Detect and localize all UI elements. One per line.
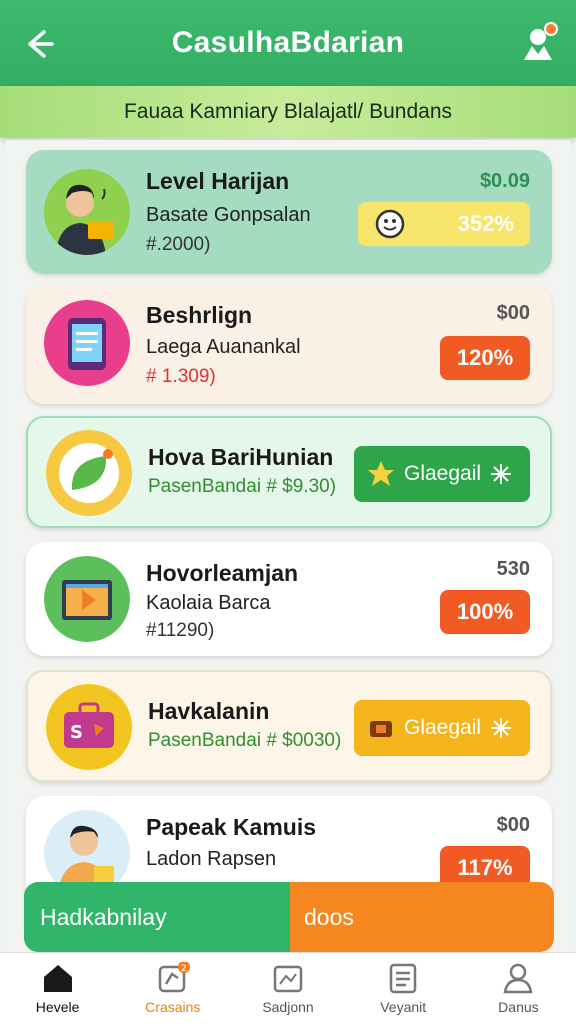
- box-icon: [370, 721, 392, 737]
- item-title: Hova BariHunian: [148, 444, 334, 470]
- item-action-button[interactable]: 120%: [440, 336, 530, 380]
- star-icon: [368, 461, 394, 486]
- video-player-icon: [62, 580, 112, 620]
- item-amount: #.2000): [146, 234, 211, 255]
- avatar: S: [46, 684, 132, 770]
- list-item[interactable]: Hovorleamjan Kaolaia Barca #11290) 530 1…: [26, 542, 552, 656]
- tab-label: Crasains: [145, 999, 201, 1015]
- user-icon: [503, 963, 533, 994]
- tab-badge: 2: [181, 964, 187, 974]
- tab-icon-wrap: 2: [156, 961, 190, 994]
- secondary-footer-button[interactable]: doos: [290, 882, 554, 952]
- page-title: CasulhaBdarian: [171, 26, 405, 59]
- item-subtitle: PasenBandai # $9.30): [148, 476, 337, 497]
- item-title: Hovorleamjan: [146, 560, 299, 586]
- sparkle-icon: [491, 718, 512, 738]
- item-subtitle: PasenBandai # $0030): [148, 730, 342, 751]
- tab-sadjonn[interactable]: Sadjonn: [230, 953, 345, 1024]
- profile-button[interactable]: [518, 22, 558, 64]
- tab-label: Hevele: [35, 999, 80, 1015]
- app-header: CasulhaBdarian: [0, 0, 576, 86]
- tab-crasains[interactable]: 2 Crasains: [115, 953, 230, 1024]
- item-price: $00: [496, 814, 530, 836]
- document-icon: [389, 963, 417, 994]
- item-action-button[interactable]: 352%: [358, 202, 530, 246]
- avatar: [44, 556, 130, 642]
- banner: Fauaa Kamniary Blalajatl/ Bundans: [0, 86, 576, 138]
- tab-veyanit[interactable]: Veyanit: [346, 953, 461, 1024]
- tablet-icon: [68, 318, 106, 370]
- avatar: [44, 300, 130, 386]
- item-action-label: Glaegail: [404, 716, 482, 739]
- briefcase-icon: S: [64, 702, 114, 748]
- item-title: Beshrlign: [146, 302, 253, 328]
- item-subtitle: Laega Auanankal: [146, 336, 301, 358]
- list-item[interactable]: Hova BariHunian PasenBandai # $9.30) Gla…: [26, 416, 552, 528]
- svg-text:S: S: [70, 722, 83, 743]
- back-button[interactable]: [18, 24, 58, 64]
- list-item[interactable]: Beshrlign Laega Auanankal # 1.309) $00 1…: [26, 286, 552, 404]
- item-amount: # 1.309): [146, 366, 216, 387]
- compass-icon: 2: [158, 961, 190, 993]
- person-laptop-icon: [56, 184, 114, 255]
- item-amount: #11290): [146, 620, 215, 641]
- home-icon: [43, 965, 72, 992]
- tab-label: Sadjonn: [262, 999, 314, 1015]
- sparkle-icon: [491, 464, 512, 484]
- banner-text: Fauaa Kamniary Blalajatl/ Bundans: [123, 100, 453, 123]
- item-price: $0.09: [479, 170, 530, 192]
- list-item[interactable]: Level Harijan Basate Gonpsalan #.2000) $…: [26, 150, 552, 274]
- bottom-tab-bar: Hevele 2 Crasains Sadjonn Veyanit Danus: [0, 952, 576, 1024]
- item-title: Havkalanin: [148, 698, 270, 724]
- list-item[interactable]: S Havkalanin PasenBandai # $0030) Glaega…: [26, 670, 552, 782]
- item-price: 530: [496, 558, 530, 580]
- item-title: Papeak Kamuis: [146, 814, 317, 840]
- tab-home[interactable]: Hevele: [0, 953, 115, 1024]
- item-subtitle: Basate Gonpsalan: [146, 204, 311, 226]
- item-title: Level Harijan: [146, 168, 290, 194]
- notification-dot: [544, 22, 558, 36]
- avatar: [46, 430, 132, 516]
- smile-icon: [375, 209, 405, 239]
- item-subtitle: Kaolaia Barca: [146, 592, 271, 614]
- arrow-left-icon: [28, 30, 54, 58]
- item-action-button[interactable]: 100%: [440, 590, 530, 634]
- id-card-icon: [273, 965, 303, 993]
- item-action-button[interactable]: Glaegail: [354, 446, 530, 502]
- tab-label: Danus: [498, 999, 539, 1015]
- item-price: $00: [496, 302, 530, 324]
- item-action-label: 352%: [457, 211, 514, 236]
- item-action-label: Glaegail: [404, 462, 482, 485]
- tab-label: Veyanit: [380, 999, 427, 1015]
- item-subtitle: Ladon Rapsen: [146, 848, 277, 870]
- leaf-icon: [59, 443, 119, 503]
- primary-footer-button[interactable]: Hadkabnilay: [24, 882, 290, 952]
- tab-danus[interactable]: Danus: [461, 953, 576, 1024]
- item-action-button[interactable]: Glaegail: [354, 700, 530, 756]
- avatar: [44, 169, 130, 255]
